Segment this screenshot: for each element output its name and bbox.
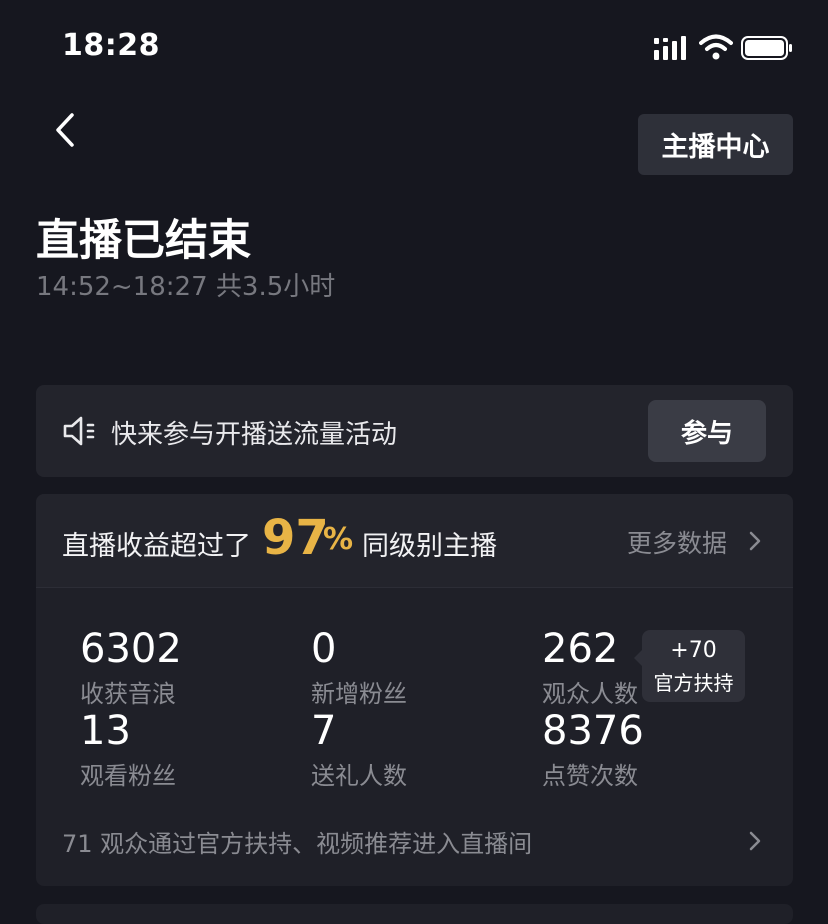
speaker-icon	[63, 416, 95, 446]
back-chevron-icon[interactable]	[50, 110, 84, 150]
ranking-suffix: 同级别主播	[362, 531, 497, 562]
battery-icon	[741, 36, 792, 60]
chevron-right-icon[interactable]	[748, 830, 762, 852]
stat-label-likes: 点赞次数	[542, 762, 638, 790]
stat-value-watching-fans: 13	[80, 708, 131, 754]
join-button[interactable]: 参与	[648, 400, 766, 462]
ranking-percent: 97	[262, 510, 329, 566]
live-duration: 14:52~18:27 共3.5小时	[36, 272, 336, 302]
next-card	[36, 904, 793, 924]
cellular-signal-icon	[654, 36, 686, 60]
anchor-center-button[interactable]: 主播中心	[638, 114, 793, 175]
stat-label-watching-fans: 观看粉丝	[80, 762, 176, 790]
ranking-percent-sign: %	[323, 522, 354, 557]
stat-label-sound-waves: 收获音浪	[80, 680, 176, 708]
stat-label-viewers: 观众人数	[542, 680, 638, 708]
activity-text: 快来参与开播送流量活动	[111, 420, 398, 450]
official-support-label: 官方扶持	[653, 671, 734, 695]
status-time: 18:28	[62, 28, 160, 63]
chevron-right-icon[interactable]	[748, 530, 762, 552]
stat-label-new-fans: 新增粉丝	[311, 680, 407, 708]
stat-value-likes: 8376	[542, 708, 644, 754]
page-title: 直播已结束	[36, 216, 251, 266]
stat-value-gifters: 7	[311, 708, 337, 754]
stat-value-new-fans: 0	[311, 626, 337, 672]
stat-value-viewers: 262	[542, 626, 619, 672]
stat-label-gifters: 送礼人数	[311, 762, 407, 790]
more-data-link[interactable]: 更多数据	[627, 524, 727, 560]
tooltip-arrow	[634, 650, 642, 666]
official-support-value: +70	[670, 638, 717, 663]
stat-value-sound-waves: 6302	[80, 626, 182, 672]
wifi-icon	[699, 34, 733, 60]
ranking-prefix: 直播收益超过了	[62, 531, 251, 562]
traffic-source-note[interactable]: 71 观众通过官方扶持、视频推荐进入直播间	[62, 824, 532, 859]
